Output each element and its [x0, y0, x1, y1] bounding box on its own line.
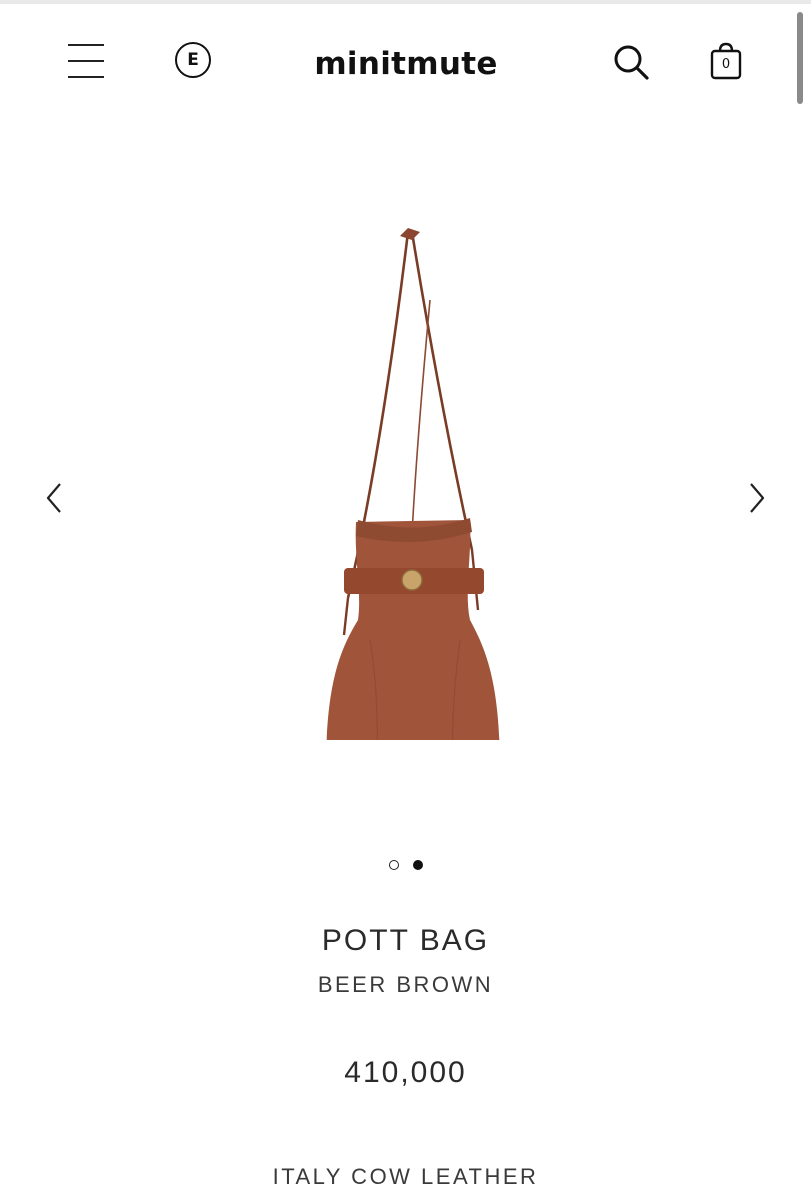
product-material: ITALY COW LEATHER: [272, 1164, 539, 1189]
product-gallery: [0, 120, 811, 850]
menu-icon-line-top: [68, 44, 104, 46]
menu-button[interactable]: [66, 42, 108, 80]
menu-icon-line-bottom: [68, 76, 104, 78]
product-color: BEER BROWN: [317, 972, 494, 997]
gallery-pagination: [0, 860, 811, 880]
product-name: POTT BAG: [321, 924, 490, 957]
product-image[interactable]: [300, 220, 520, 740]
search-icon: [614, 45, 649, 80]
site-header: E minitmute 0: [0, 4, 811, 116]
menu-icon-line-middle: [68, 60, 104, 62]
e-badge-icon[interactable]: E: [175, 42, 211, 78]
pagination-dot-1[interactable]: [388, 860, 399, 870]
pagination-dot-2-active[interactable]: [412, 860, 423, 870]
cart-count: 0: [721, 57, 731, 72]
product-price: 410,000: [344, 1056, 467, 1089]
e-badge-letter: E: [187, 50, 199, 70]
gallery-next-button[interactable]: [737, 476, 777, 520]
cart-button[interactable]: 0: [706, 40, 746, 84]
brand-logo[interactable]: minitmute: [300, 42, 512, 86]
search-button[interactable]: [611, 42, 651, 82]
chevron-left-icon: [46, 483, 61, 513]
gallery-prev-button[interactable]: [36, 476, 76, 520]
chevron-right-icon: [750, 483, 765, 513]
